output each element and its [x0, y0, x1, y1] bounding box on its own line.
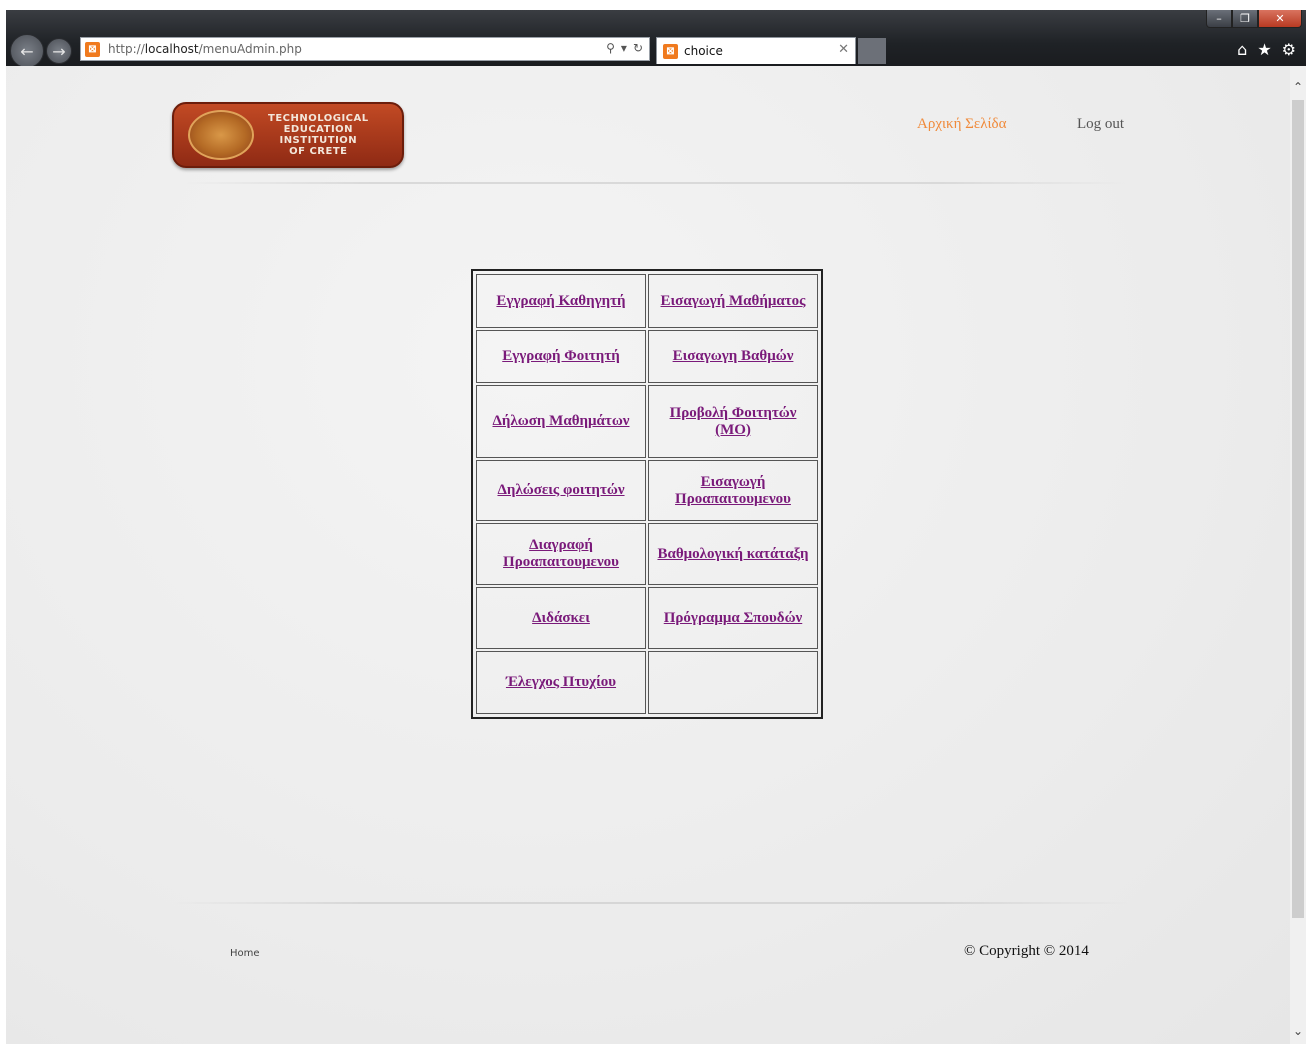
address-tools: ⚲ ▾ ↻ — [606, 41, 643, 55]
table-cell: Πρόγραμμα Σπουδών — [648, 587, 818, 649]
table-row: Διαγραφή Προαπαιτουμενου Βαθμολογική κατ… — [476, 523, 818, 585]
header-divider — [182, 182, 1132, 184]
admin-menu-table: Εγγραφή Καθηγητή Εισαγωγή Μαθήματος Εγγρ… — [471, 269, 823, 719]
table-row: Δηλώσεις φοιτητών Εισαγωγή Προαπαιτουμεν… — [476, 460, 818, 521]
url-path: /menuAdmin.php — [198, 42, 302, 56]
logo-line-4: OF CRETE — [289, 146, 348, 157]
course-declaration-link[interactable]: Δήλωση Μαθημάτων — [492, 413, 629, 429]
footer-home-link[interactable]: Home — [230, 948, 260, 959]
xampp-tab-icon: ⊠ — [663, 43, 678, 59]
table-row: Εγγραφή Καθηγητή Εισαγωγή Μαθήματος — [476, 274, 818, 328]
table-row: Διδάσκει Πρόγραμμα Σπουδών — [476, 587, 818, 649]
star-icon[interactable]: ★ — [1257, 40, 1271, 59]
browser-toolbar: ⌂ ★ ⚙ — [1237, 40, 1296, 59]
nav-logout-link[interactable]: Log out — [1077, 116, 1124, 133]
table-cell: Εισαγωγη Βαθμών — [648, 330, 818, 383]
student-declarations-link[interactable]: Δηλώσεις φοιτητών — [497, 482, 624, 498]
logo-line-2: EDUCATION — [283, 124, 354, 135]
tab-close-icon[interactable]: ✕ — [838, 42, 849, 57]
window-controls: – ❐ ✕ — [1206, 10, 1302, 28]
nav-home-link[interactable]: Αρχική Σελίδα — [917, 116, 1006, 133]
register-professor-link[interactable]: Εγγραφή Καθηγητή — [496, 293, 625, 309]
institution-logo[interactable]: TECHNOLOGICAL EDUCATION INSTITUTION OF C… — [172, 102, 404, 168]
table-cell: Εγγραφή Φοιτητή — [476, 330, 646, 383]
table-cell: Δήλωση Μαθημάτων — [476, 385, 646, 458]
minimize-button[interactable]: – — [1206, 10, 1232, 28]
logo-text: TECHNOLOGICAL EDUCATION INSTITUTION OF C… — [268, 113, 369, 157]
table-row: Δήλωση Μαθημάτων Προβολή Φοιτητών (ΜΟ) — [476, 385, 818, 458]
logo-line-1: TECHNOLOGICAL — [268, 113, 369, 124]
restore-button[interactable]: ❐ — [1232, 10, 1258, 28]
study-program-link[interactable]: Πρόγραμμα Σπουδών — [664, 610, 803, 626]
logo-line-3: INSTITUTION — [279, 135, 358, 146]
view-students-average-link[interactable]: Προβολή Φοιτητών (ΜΟ) — [670, 405, 797, 438]
table-row: Εγγραφή Φοιτητή Εισαγωγη Βαθμών — [476, 330, 818, 383]
home-icon[interactable]: ⌂ — [1237, 40, 1247, 59]
delete-prerequisite-link[interactable]: Διαγραφή Προαπαιτουμενου — [503, 537, 619, 570]
dropdown-icon[interactable]: ▾ — [621, 41, 627, 55]
table-cell: Δηλώσεις φοιτητών — [476, 460, 646, 521]
back-button[interactable]: ← — [10, 34, 44, 68]
scrollbar-thumb[interactable] — [1292, 100, 1304, 918]
table-cell: Εισαγωγή Προαπαιτουμενου — [648, 460, 818, 521]
url-prefix: http:// — [108, 42, 145, 56]
footer-divider — [172, 902, 1132, 904]
table-row: Έλεγχος Πτυχίου — [476, 651, 818, 714]
table-cell: Διαγραφή Προαπαιτουμενου — [476, 523, 646, 585]
refresh-icon[interactable]: ↻ — [633, 41, 643, 55]
empty-table-cell — [648, 651, 818, 714]
table-cell: Έλεγχος Πτυχίου — [476, 651, 646, 714]
teaches-link[interactable]: Διδάσκει — [532, 610, 590, 626]
table-cell: Εισαγωγή Μαθήματος — [648, 274, 818, 328]
url-text[interactable]: http://localhost/menuAdmin.php — [108, 42, 302, 56]
logo-emblem-icon — [188, 110, 254, 160]
table-cell: Διδάσκει — [476, 587, 646, 649]
xampp-site-icon: ⊠ — [85, 41, 100, 57]
table-cell: Βαθμολογική κατάταξη — [648, 523, 818, 585]
browser-tab[interactable]: ⊠ choice ✕ — [656, 37, 856, 64]
table-cell: Προβολή Φοιτητών (ΜΟ) — [648, 385, 818, 458]
add-course-link[interactable]: Εισαγωγή Μαθήματος — [661, 293, 806, 309]
grade-ranking-link[interactable]: Βαθμολογική κατάταξη — [657, 546, 808, 562]
scroll-up-icon[interactable]: ⌃ — [1290, 78, 1306, 96]
close-button[interactable]: ✕ — [1258, 10, 1302, 28]
add-prerequisite-link[interactable]: Εισαγωγή Προαπαιτουμενου — [675, 474, 791, 507]
url-host: localhost — [144, 42, 199, 56]
vertical-scrollbar[interactable]: ⌃ ⌄ — [1290, 66, 1306, 1044]
page-viewport: TECHNOLOGICAL EDUCATION INSTITUTION OF C… — [6, 66, 1306, 1044]
search-icon[interactable]: ⚲ — [606, 41, 615, 55]
arrow-right-icon: → — [52, 41, 66, 61]
browser-window: – ❐ ✕ ← → ⊠ http://localhost/menuAdmin.p… — [6, 10, 1306, 1044]
tab-title: choice — [684, 44, 723, 58]
enter-grades-link[interactable]: Εισαγωγη Βαθμών — [673, 348, 794, 364]
degree-check-link[interactable]: Έλεγχος Πτυχίου — [506, 674, 616, 690]
new-tab-button[interactable] — [858, 38, 886, 64]
copyright-text: © Copyright © 2014 — [964, 943, 1089, 959]
gear-icon[interactable]: ⚙ — [1282, 40, 1296, 59]
arrow-left-icon: ← — [20, 41, 34, 61]
forward-button[interactable]: → — [46, 38, 72, 64]
address-bar[interactable]: ⊠ http://localhost/menuAdmin.php ⚲ ▾ ↻ — [80, 37, 650, 61]
table-cell: Εγγραφή Καθηγητή — [476, 274, 646, 328]
register-student-link[interactable]: Εγγραφή Φοιτητή — [502, 348, 620, 364]
browser-titlebar: – ❐ ✕ ← → ⊠ http://localhost/menuAdmin.p… — [6, 10, 1306, 68]
scroll-down-icon[interactable]: ⌄ — [1290, 1022, 1306, 1040]
